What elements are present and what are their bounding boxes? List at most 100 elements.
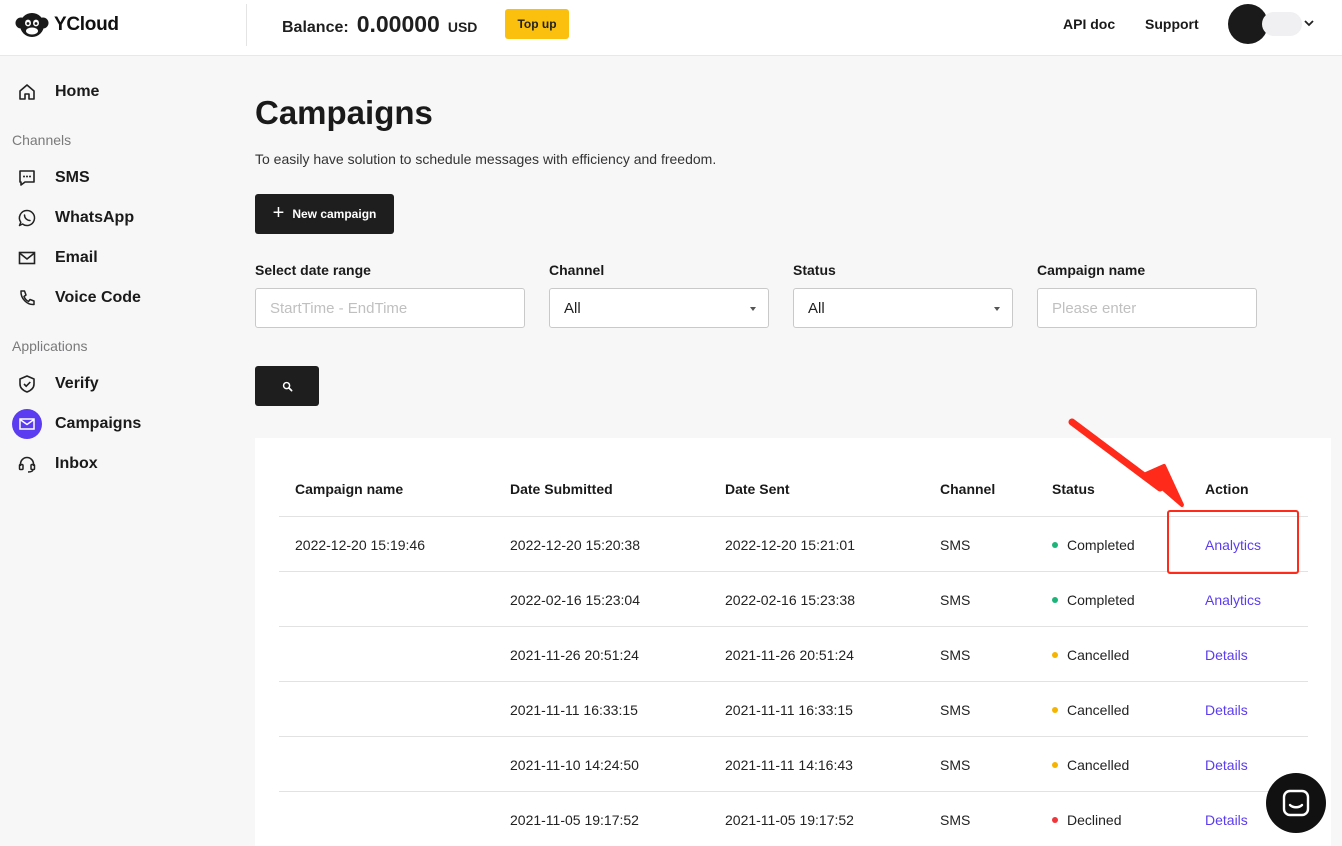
sidebar-item-home[interactable]: Home [12,76,99,108]
monkey-logo-icon [15,13,49,37]
table-cell-date-sent: 2022-02-16 15:23:38 [725,592,855,608]
table-cell-date-sent: 2022-12-20 15:21:01 [725,537,855,553]
chat-widget-button[interactable] [1266,773,1326,833]
table-cell-status: Declined [1052,812,1121,828]
status-text: Declined [1067,812,1122,828]
sidebar-item-email[interactable]: Email [12,242,98,274]
new-campaign-label: New campaign [292,207,377,221]
details-link[interactable]: Details [1205,757,1248,773]
balance-display: Balance: 0.00000 USD [282,11,477,38]
column-header-date-submitted: Date Submitted [510,481,613,497]
sidebar-item-campaigns[interactable]: Campaigns [12,408,141,440]
sidebar-item-whatsapp[interactable]: WhatsApp [12,202,134,234]
status-text: Cancelled [1067,702,1130,718]
sidebar-item-label: Voice Code [55,289,141,306]
table-cell-date-sent: 2021-11-11 16:33:15 [725,702,853,718]
sidebar-section-channels: Channels [12,132,72,148]
column-header-action: Action [1205,481,1249,497]
table-cell-date-submitted: 2021-11-05 19:17:52 [510,812,639,828]
details-link[interactable]: Details [1205,812,1248,828]
logo[interactable]: YCloud [14,10,119,40]
sidebar-item-verify[interactable]: Verify [12,368,99,400]
sidebar-section-applications: Applications [12,338,88,354]
annotation-highlight-box [1167,510,1299,574]
table-cell-channel: SMS [940,812,971,828]
balance-label: Balance: [282,19,349,36]
sidebar-item-label: Home [55,83,100,100]
status-dot [1052,652,1058,659]
table-cell-date-submitted: 2021-11-11 16:33:15 [510,702,638,718]
status-dot [1052,817,1058,824]
headset-icon [12,449,42,479]
analytics-link[interactable]: Analytics [1205,592,1261,608]
details-link[interactable]: Details [1205,702,1248,718]
table-cell-channel: SMS [940,592,971,608]
caret-down-icon [750,307,756,311]
search-button[interactable] [255,366,319,406]
balance-value: 0.00000 [356,11,440,37]
logo-text: YCloud [54,14,119,35]
api-doc-link[interactable]: API doc [1063,16,1115,32]
row-divider [279,571,1308,572]
table-cell-status: Completed [1052,537,1135,553]
row-divider [279,791,1308,792]
status-dot [1052,542,1058,549]
details-link[interactable]: Details [1205,647,1248,663]
sidebar-item-label: Inbox [55,455,98,472]
status-select[interactable]: All [793,288,1013,328]
table-cell-date-submitted: 2021-11-10 14:24:50 [510,757,639,773]
row-divider [279,626,1308,627]
column-header-date-sent: Date Sent [725,481,790,497]
top-bar: YCloud Balance: 0.00000 USD Top up API d… [0,0,1342,56]
account-name-pill[interactable] [1262,12,1302,36]
annotation-arrow-icon [1068,418,1184,507]
table-cell-status: Cancelled [1052,647,1129,663]
sidebar-item-label: Email [55,249,98,266]
shield-check-icon [12,369,42,399]
mail-icon [12,243,42,273]
new-campaign-button[interactable]: + New campaign [255,194,394,234]
sidebar-item-inbox[interactable]: Inbox [12,448,98,480]
campaign-name-label: Campaign name [1037,262,1146,278]
status-text: Cancelled [1067,647,1130,663]
table-cell-date-sent: 2021-11-05 19:17:52 [725,812,854,828]
row-divider [279,736,1308,737]
column-header-channel: Channel [940,481,996,497]
caret-down-icon [994,307,1000,311]
sms-icon [12,163,42,193]
status-dot [1052,762,1058,769]
sidebar-item-label: Campaigns [55,415,142,432]
table-cell-channel: SMS [940,647,971,663]
page-subtitle: To easily have solution to schedule mess… [255,151,717,167]
table-cell-channel: SMS [940,702,971,718]
support-link[interactable]: Support [1145,16,1199,32]
top-up-button[interactable]: Top up [505,9,569,39]
status-dot [1052,597,1058,604]
page-title: Campaigns [255,94,433,131]
channel-select[interactable]: All [549,288,769,328]
chevron-down-icon[interactable] [1303,17,1315,29]
channel-select-value: All [564,299,581,317]
table-cell-channel: SMS [940,537,971,553]
table-cell-date-sent: 2021-11-26 20:51:24 [725,647,854,663]
date-range-input[interactable]: StartTime - EndTime [255,288,525,328]
date-range-label: Select date range [255,262,371,278]
table-cell-date-sent: 2021-11-11 14:16:43 [725,757,853,773]
table-cell-status: Completed [1052,592,1135,608]
balance-currency: USD [447,19,478,35]
column-header-campaign-name: Campaign name [295,481,404,497]
sidebar-item-sms[interactable]: SMS [12,162,90,194]
campaign-name-input[interactable]: Please enter [1037,288,1257,328]
status-text: Completed [1067,592,1135,608]
sidebar-item-voice-code[interactable]: Voice Code [12,282,141,314]
table-cell-status: Cancelled [1052,702,1129,718]
phone-icon [12,283,42,313]
status-label: Status [793,262,836,278]
chat-icon [1282,789,1310,817]
table-cell-date-submitted: 2022-12-20 15:20:38 [510,537,640,553]
table-cell-channel: SMS [940,757,971,773]
status-text: Completed [1067,537,1135,553]
sidebar-item-label: Verify [55,375,99,392]
status-dot [1052,707,1058,714]
header-divider [246,4,247,46]
